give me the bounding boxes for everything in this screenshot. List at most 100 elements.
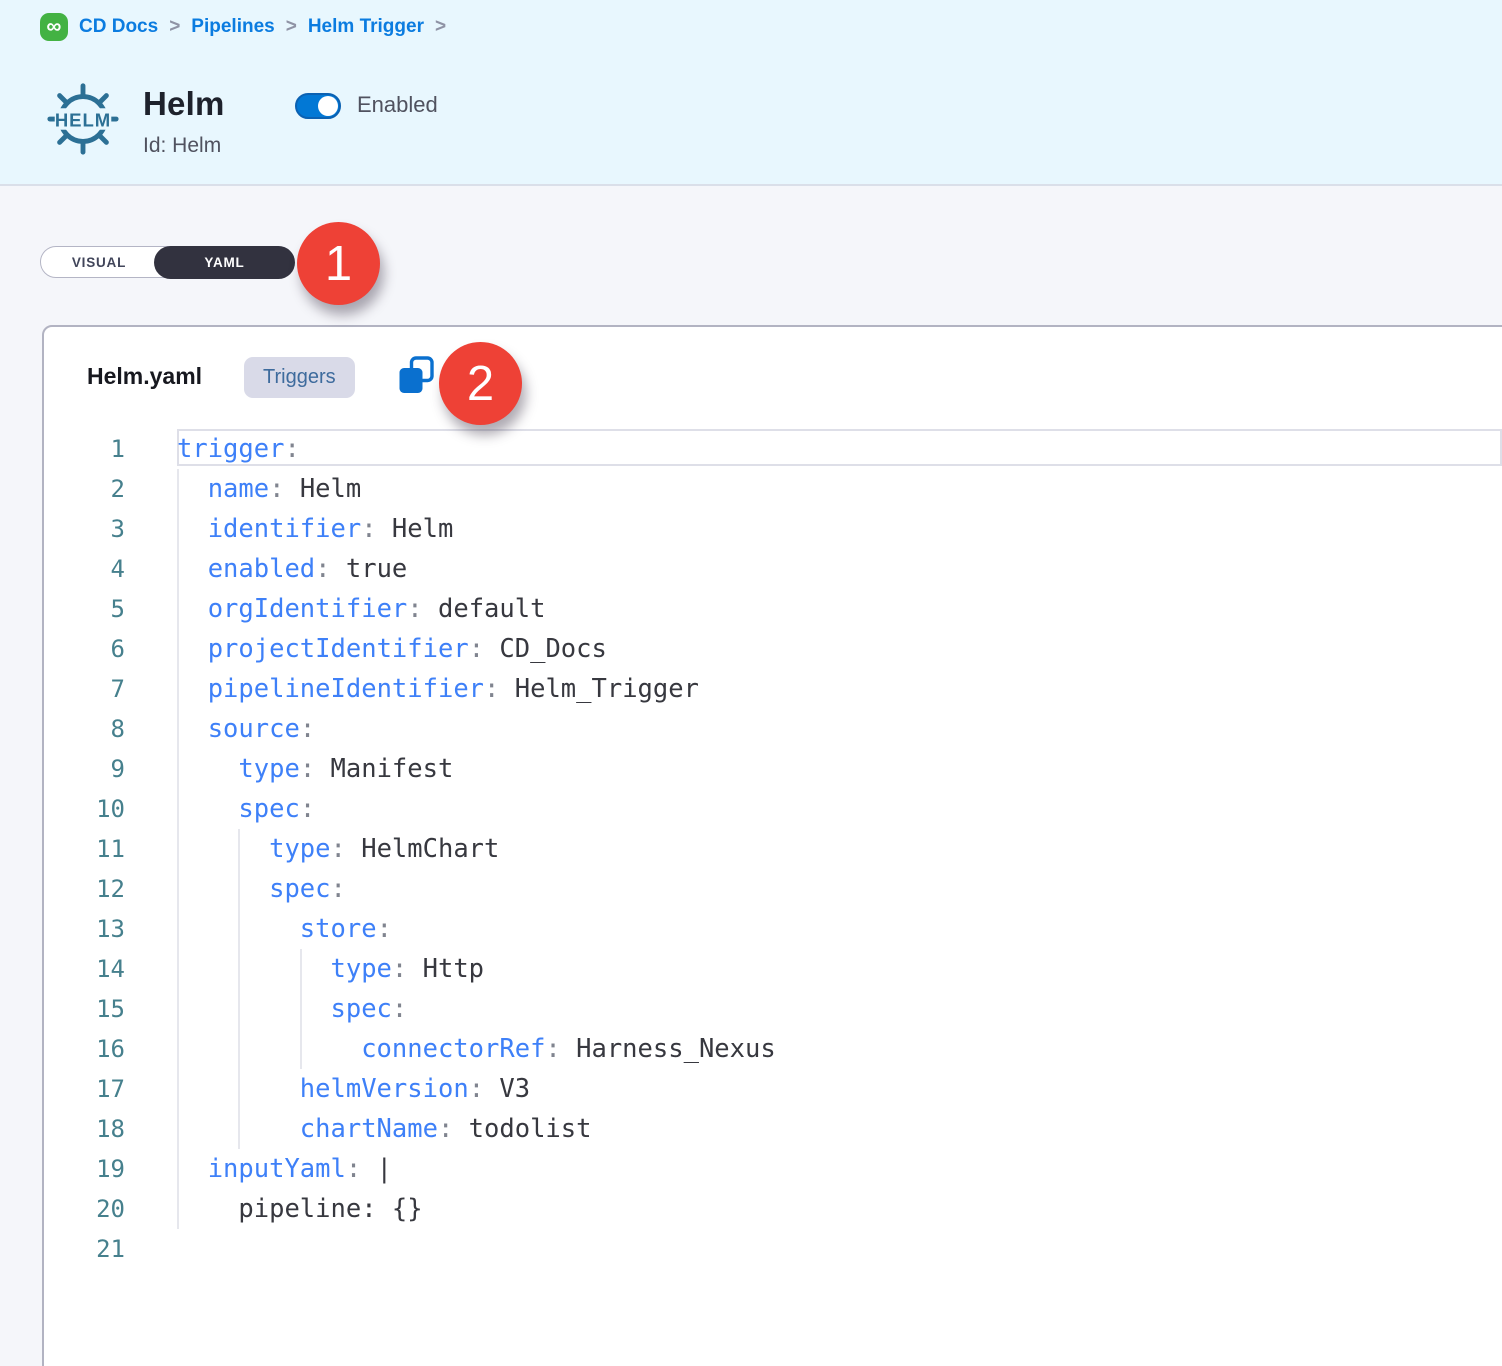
enabled-label: Enabled [357, 92, 438, 118]
yaml-key: identifier [208, 514, 362, 544]
project-icon: ∞ [40, 13, 68, 41]
indent-guide [177, 1069, 179, 1109]
code-line[interactable]: 6projectIdentifier:CD_Docs [44, 629, 1502, 669]
breadcrumb-item-pipelines[interactable]: Pipelines [191, 16, 274, 38]
indent-guide [177, 469, 179, 509]
chevron-right-icon: > [435, 16, 446, 38]
yaml-value: V3 [499, 1074, 530, 1104]
yaml-colon: : [484, 674, 499, 704]
code-line[interactable]: 7pipelineIdentifier:Helm_Trigger [44, 669, 1502, 709]
indent-guide [238, 869, 240, 909]
code-line[interactable]: 17helmVersion:V3 [44, 1069, 1502, 1109]
trigger-id: Id: Helm [143, 134, 221, 158]
line-number: 1 [44, 429, 125, 469]
code-line[interactable]: 1trigger: [44, 429, 1502, 469]
code-line[interactable]: 11type:HelmChart [44, 829, 1502, 869]
yaml-value: Helm_Trigger [515, 674, 699, 704]
code-line[interactable]: 3 identifier: Helm [44, 509, 1502, 549]
breadcrumb-item-project[interactable]: CD Docs [79, 16, 158, 38]
code-text: identifier: Helm [208, 509, 454, 549]
triggers-badge: Triggers [244, 357, 355, 398]
code-text: chartName:todolist [300, 1109, 592, 1149]
line-number: 19 [44, 1149, 125, 1189]
indent-guide [238, 1069, 240, 1109]
code-text: spec: [238, 789, 315, 829]
code-line[interactable]: 2name:Helm [44, 469, 1502, 509]
yaml-value: HelmChart [361, 834, 499, 864]
indent-guide [238, 1109, 240, 1149]
yaml-value: Harness_Nexus [576, 1034, 776, 1064]
code-line[interactable]: 21 [44, 1229, 1502, 1269]
code-lines: 1trigger:2name:Helm3 identifier: Helm 4enab… [44, 429, 1502, 1269]
yaml-colon: : [361, 514, 376, 544]
yaml-colon: : [300, 754, 315, 784]
code-line[interactable]: 10spec: [44, 789, 1502, 829]
indent-guide [238, 949, 240, 989]
indent-guide [177, 789, 179, 829]
yaml-colon: : [269, 474, 284, 504]
code-line[interactable]: 13store: [44, 909, 1502, 949]
indent-guide [300, 989, 302, 1029]
line-number: 8 [44, 709, 125, 749]
code-text: store: [300, 909, 392, 949]
yaml-colon: : [469, 1074, 484, 1104]
code-line[interactable]: 15spec: [44, 989, 1502, 1029]
code-line[interactable]: 8source: [44, 709, 1502, 749]
yaml-colon: : [331, 874, 346, 904]
code-line[interactable]: 19inputYaml:| [44, 1149, 1502, 1189]
breadcrumb-item-pipeline-name[interactable]: Helm Trigger [308, 16, 424, 38]
copy-yaml-button[interactable] [397, 356, 437, 398]
yaml-colon: : [331, 834, 346, 864]
indent-guide [177, 949, 179, 989]
yaml-key: orgIdentifier [208, 594, 408, 624]
yaml-code-editor[interactable]: 1trigger:2name:Helm3 identifier: Helm 4enab… [44, 429, 1502, 1269]
indent-guide [177, 669, 179, 709]
line-number: 3 [44, 509, 125, 549]
yaml-key: spec [269, 874, 330, 904]
indent-guide [238, 1029, 240, 1069]
line-number: 11 [44, 829, 125, 869]
line-number: 21 [44, 1229, 125, 1269]
indent-guide [238, 829, 240, 869]
yaml-colon: : [392, 954, 407, 984]
yaml-key: spec [238, 794, 299, 824]
line-number: 16 [44, 1029, 125, 1069]
code-line[interactable]: 5orgIdentifier:default [44, 589, 1502, 629]
code-line[interactable]: 12spec: [44, 869, 1502, 909]
indent-guide [177, 1029, 179, 1069]
yaml-key: spec [331, 994, 392, 1024]
yaml-key: type [238, 754, 299, 784]
toggle-knob [318, 96, 338, 116]
tab-yaml[interactable]: YAML [154, 246, 295, 279]
code-text: type:Http [331, 949, 485, 989]
yaml-value: | [377, 1154, 392, 1184]
yaml-colon: : [438, 1114, 453, 1144]
tab-visual[interactable]: VISUAL [41, 247, 157, 277]
indent-guide [177, 1189, 179, 1229]
code-text: connectorRef:Harness_Nexus [361, 1029, 776, 1069]
indent-guide [177, 629, 179, 669]
code-text: spec: [269, 869, 346, 909]
indent-guide [300, 1029, 302, 1069]
code-line[interactable]: 20pipeline: {} [44, 1189, 1502, 1229]
code-line[interactable]: 16 connectorRef:Harness_Nexus [44, 1029, 1502, 1069]
yaml-file-name: Helm.yaml [87, 363, 202, 390]
yaml-key: type [331, 954, 392, 984]
page-title: Helm [143, 85, 225, 123]
code-line[interactable]: 9type:Manifest [44, 749, 1502, 789]
indent-guide [177, 589, 179, 629]
code-line[interactable]: 4enabled:true [44, 549, 1502, 589]
visual-yaml-toggle: VISUAL YAML [40, 246, 294, 278]
yaml-value: Helm [392, 514, 453, 544]
copy-icon [398, 356, 436, 396]
breadcrumb: ∞ CD Docs > Pipelines > Helm Trigger > [40, 13, 446, 41]
yaml-colon: : [407, 594, 422, 624]
yaml-colon: : [315, 554, 330, 584]
enabled-toggle[interactable] [295, 93, 341, 119]
code-line[interactable]: 18chartName:todolist [44, 1109, 1502, 1149]
yaml-key: name [208, 474, 269, 504]
svg-text:HELM: HELM [55, 109, 111, 130]
code-line[interactable]: 14type:Http [44, 949, 1502, 989]
indent-guide [177, 909, 179, 949]
line-number: 9 [44, 749, 125, 789]
